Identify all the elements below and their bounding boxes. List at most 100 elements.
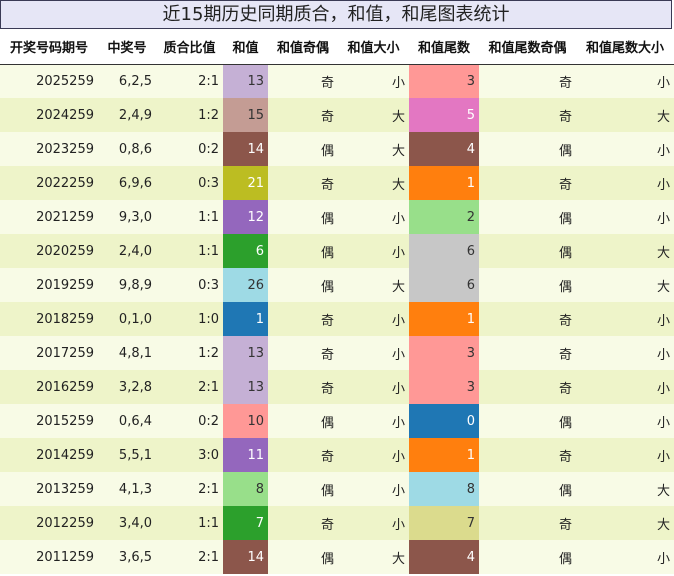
number-cell: 5,5,1 bbox=[98, 438, 156, 472]
sum-size-cell: 小 bbox=[338, 64, 409, 98]
sum-parity-cell: 偶 bbox=[268, 234, 338, 268]
table-row: 2023259 0,8,6 0:2 14 偶大 4 偶小 bbox=[0, 132, 674, 166]
tail-cell: 6 bbox=[409, 234, 479, 268]
ratio-cell: 1:1 bbox=[156, 200, 223, 234]
ratio-cell: 3:0 bbox=[156, 438, 223, 472]
table-row: 2011259 3,6,5 2:1 14 偶大 4 偶小 bbox=[0, 540, 674, 574]
issue-cell: 2016259 bbox=[0, 370, 98, 404]
tail-parity-cell: 奇 bbox=[479, 302, 576, 336]
sum-cell: 11 bbox=[223, 438, 268, 472]
table-row: 2018259 0,1,0 1:0 1 奇小 1 奇小 bbox=[0, 302, 674, 336]
number-cell: 6,2,5 bbox=[98, 64, 156, 98]
table-row: 2012259 3,4,0 1:1 7 奇小 7 奇大 bbox=[0, 506, 674, 540]
table-row: 2016259 3,2,8 2:1 13 奇小 3 奇小 bbox=[0, 370, 674, 404]
number-cell: 2,4,0 bbox=[98, 234, 156, 268]
header-row: 开奖号码期号 中奖号 质合比值 和值 和值奇偶 和值大小 和值尾数 和值尾数奇偶… bbox=[0, 30, 674, 65]
tail-cell: 1 bbox=[409, 302, 479, 336]
table-row: 2024259 2,4,9 1:2 15 奇大 5 奇大 bbox=[0, 98, 674, 132]
tail-parity-cell: 奇 bbox=[479, 370, 576, 404]
sum-cell: 8 bbox=[223, 472, 268, 506]
table-row: 2014259 5,5,1 3:0 11 奇小 1 奇小 bbox=[0, 438, 674, 472]
tail-size-cell: 大 bbox=[576, 234, 674, 268]
sum-cell: 7 bbox=[223, 506, 268, 540]
tail-parity-cell: 奇 bbox=[479, 506, 576, 540]
tail-size-cell: 小 bbox=[576, 438, 674, 472]
tail-parity-cell: 偶 bbox=[479, 132, 576, 166]
sum-size-cell: 大 bbox=[338, 98, 409, 132]
tail-parity-cell: 偶 bbox=[479, 540, 576, 574]
ratio-cell: 2:1 bbox=[156, 472, 223, 506]
sum-parity-cell: 奇 bbox=[268, 302, 338, 336]
tail-size-cell: 小 bbox=[576, 200, 674, 234]
tail-size-cell: 大 bbox=[576, 98, 674, 132]
tail-size-cell: 小 bbox=[576, 302, 674, 336]
tail-cell: 7 bbox=[409, 506, 479, 540]
sum-size-cell: 小 bbox=[338, 302, 409, 336]
column-header-tail-size: 和值尾数大小 bbox=[576, 30, 674, 65]
sum-cell: 12 bbox=[223, 200, 268, 234]
tail-size-cell: 小 bbox=[576, 64, 674, 98]
table-row: 2013259 4,1,3 2:1 8 偶小 8 偶大 bbox=[0, 472, 674, 506]
issue-cell: 2024259 bbox=[0, 98, 98, 132]
ratio-cell: 1:2 bbox=[156, 98, 223, 132]
issue-cell: 2013259 bbox=[0, 472, 98, 506]
page-title: 近15期历史同期质合，和值，和尾图表统计 bbox=[0, 0, 672, 29]
tail-parity-cell: 偶 bbox=[479, 200, 576, 234]
ratio-cell: 2:1 bbox=[156, 370, 223, 404]
tail-parity-cell: 偶 bbox=[479, 472, 576, 506]
sum-size-cell: 大 bbox=[338, 540, 409, 574]
number-cell: 9,8,9 bbox=[98, 268, 156, 302]
sum-cell: 10 bbox=[223, 404, 268, 438]
number-cell: 0,1,0 bbox=[98, 302, 156, 336]
tail-cell: 1 bbox=[409, 166, 479, 200]
sum-cell: 6 bbox=[223, 234, 268, 268]
page: 近15期历史同期质合，和值，和尾图表统计 开奖号码期号 中奖号 质合比值 和值 … bbox=[0, 0, 674, 576]
tail-parity-cell: 偶 bbox=[479, 234, 576, 268]
tail-size-cell: 小 bbox=[576, 336, 674, 370]
tail-cell: 3 bbox=[409, 370, 479, 404]
tail-cell: 1 bbox=[409, 438, 479, 472]
tail-cell: 3 bbox=[409, 336, 479, 370]
column-header-sum: 和值 bbox=[223, 30, 268, 65]
ratio-cell: 0:3 bbox=[156, 166, 223, 200]
issue-cell: 2017259 bbox=[0, 336, 98, 370]
issue-cell: 2014259 bbox=[0, 438, 98, 472]
ratio-cell: 2:1 bbox=[156, 64, 223, 98]
sum-cell: 14 bbox=[223, 132, 268, 166]
tail-cell: 5 bbox=[409, 98, 479, 132]
number-cell: 6,9,6 bbox=[98, 166, 156, 200]
sum-size-cell: 小 bbox=[338, 472, 409, 506]
number-cell: 2,4,9 bbox=[98, 98, 156, 132]
issue-cell: 2018259 bbox=[0, 302, 98, 336]
sum-parity-cell: 奇 bbox=[268, 64, 338, 98]
issue-cell: 2023259 bbox=[0, 132, 98, 166]
sum-parity-cell: 偶 bbox=[268, 268, 338, 302]
tail-size-cell: 小 bbox=[576, 166, 674, 200]
tail-parity-cell: 偶 bbox=[479, 268, 576, 302]
sum-parity-cell: 偶 bbox=[268, 200, 338, 234]
issue-cell: 2025259 bbox=[0, 64, 98, 98]
sum-parity-cell: 奇 bbox=[268, 438, 338, 472]
number-cell: 3,2,8 bbox=[98, 370, 156, 404]
sum-parity-cell: 偶 bbox=[268, 540, 338, 574]
ratio-cell: 0:3 bbox=[156, 268, 223, 302]
number-cell: 3,4,0 bbox=[98, 506, 156, 540]
issue-cell: 2011259 bbox=[0, 540, 98, 574]
issue-cell: 2020259 bbox=[0, 234, 98, 268]
tail-cell: 4 bbox=[409, 132, 479, 166]
tail-cell: 3 bbox=[409, 64, 479, 98]
sum-parity-cell: 奇 bbox=[268, 166, 338, 200]
column-header-ratio: 质合比值 bbox=[156, 30, 223, 65]
tail-size-cell: 小 bbox=[576, 404, 674, 438]
sum-parity-cell: 偶 bbox=[268, 404, 338, 438]
tail-size-cell: 大 bbox=[576, 268, 674, 302]
sum-size-cell: 大 bbox=[338, 268, 409, 302]
sum-size-cell: 小 bbox=[338, 438, 409, 472]
sum-size-cell: 小 bbox=[338, 200, 409, 234]
number-cell: 0,6,4 bbox=[98, 404, 156, 438]
issue-cell: 2015259 bbox=[0, 404, 98, 438]
sum-size-cell: 大 bbox=[338, 132, 409, 166]
issue-cell: 2019259 bbox=[0, 268, 98, 302]
number-cell: 9,3,0 bbox=[98, 200, 156, 234]
tail-parity-cell: 奇 bbox=[479, 438, 576, 472]
